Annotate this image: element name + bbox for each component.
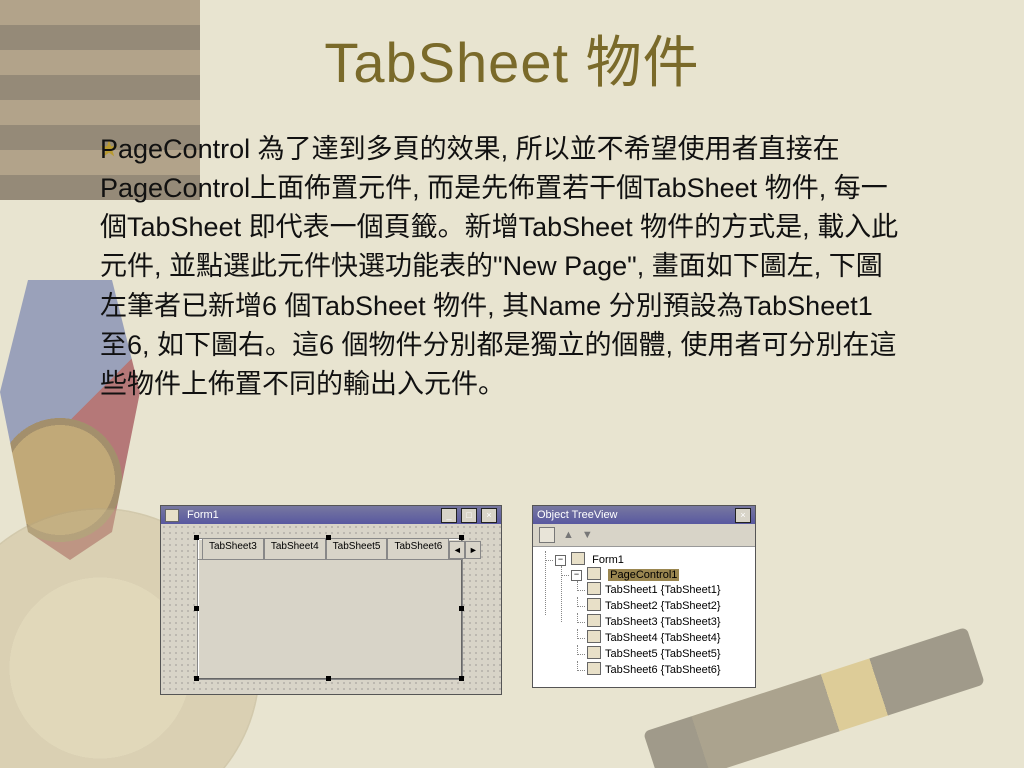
- tabsheet-icon: [587, 598, 601, 611]
- maximize-button[interactable]: □: [461, 508, 477, 523]
- arrow-up-icon[interactable]: ▲: [563, 529, 574, 541]
- tree-node-tabsheet[interactable]: TabSheet4 {TabSheet4}: [587, 629, 749, 645]
- treeview-title: Object TreeView: [537, 509, 618, 521]
- tree-label-selected: PageControl1: [608, 569, 679, 581]
- tabsheet-icon: [587, 614, 601, 627]
- form-titlebar[interactable]: Form1 _ □ ×: [161, 506, 501, 524]
- arrow-down-icon[interactable]: ▼: [582, 529, 593, 541]
- collapse-icon[interactable]: −: [571, 570, 582, 581]
- collapse-icon[interactable]: −: [555, 555, 566, 566]
- treeview-titlebar[interactable]: Object TreeView ×: [533, 506, 755, 524]
- resize-handle[interactable]: [459, 676, 464, 681]
- tab-scroll-right-icon[interactable]: ►: [465, 541, 481, 559]
- tree-label: TabSheet5 {TabSheet5}: [605, 648, 721, 660]
- tabsheet-icon: [587, 662, 601, 675]
- tree-node-tabsheet[interactable]: TabSheet1 {TabSheet1}: [587, 581, 749, 597]
- tab-strip: TabSheet3 TabSheet4 TabSheet5 TabSheet6 …: [198, 539, 462, 560]
- close-button[interactable]: ×: [735, 508, 751, 523]
- form-canvas[interactable]: TabSheet3 TabSheet4 TabSheet5 TabSheet6 …: [161, 524, 501, 694]
- body-paragraph: PageControl 為了達到多頁的效果, 所以並不希望使用者直接在PageC…: [100, 130, 900, 404]
- tab-item[interactable]: TabSheet5: [326, 538, 388, 559]
- component-icon: [587, 567, 601, 580]
- treeview-toolbar: ▲ ▼: [533, 524, 755, 547]
- slide-title: TabSheet 物件: [0, 18, 1024, 99]
- tree-node-tabsheet[interactable]: TabSheet5 {TabSheet5}: [587, 645, 749, 661]
- tree-label: TabSheet6 {TabSheet6}: [605, 664, 721, 676]
- resize-handle[interactable]: [326, 535, 331, 540]
- resize-handle[interactable]: [326, 676, 331, 681]
- tab-item[interactable]: TabSheet6: [387, 538, 449, 559]
- tree-body: − Form1 − PageControl1 TabSheet1 {TabShe…: [533, 547, 755, 687]
- tree-node-tabsheet[interactable]: TabSheet2 {TabSheet2}: [587, 597, 749, 613]
- tree-label: TabSheet2 {TabSheet2}: [605, 600, 721, 612]
- form-title: Form1: [187, 509, 219, 521]
- tree-label: TabSheet3 {TabSheet3}: [605, 616, 721, 628]
- resize-handle[interactable]: [194, 606, 199, 611]
- form-icon: [571, 552, 585, 565]
- toolbar-icon[interactable]: [539, 527, 555, 543]
- tab-item[interactable]: TabSheet3: [202, 538, 264, 559]
- tabsheet-icon: [587, 646, 601, 659]
- tabsheet-icon: [587, 630, 601, 643]
- page-control[interactable]: TabSheet3 TabSheet4 TabSheet5 TabSheet6 …: [197, 538, 463, 680]
- slide: TabSheet 物件 PageControl 為了達到多頁的效果, 所以並不希…: [0, 0, 1024, 768]
- object-treeview-window: Object TreeView × ▲ ▼ − Form1: [532, 505, 756, 688]
- resize-handle[interactable]: [194, 535, 199, 540]
- resize-handle[interactable]: [459, 606, 464, 611]
- tree-label: TabSheet1 {TabSheet1}: [605, 584, 721, 596]
- close-button[interactable]: ×: [481, 508, 497, 523]
- body-text: PageControl 為了達到多頁的效果, 所以並不希望使用者直接在PageC…: [100, 130, 900, 404]
- tree-node-pagecontrol[interactable]: − PageControl1 TabSheet1 {TabSheet1} Tab…: [571, 566, 749, 678]
- tree-node-tabsheet[interactable]: TabSheet3 {TabSheet3}: [587, 613, 749, 629]
- tree-label: TabSheet4 {TabSheet4}: [605, 632, 721, 644]
- tab-scroll: ◄ ►: [449, 541, 481, 559]
- tree-node-root[interactable]: − Form1 − PageControl1 TabSheet1 {TabShe…: [555, 551, 749, 679]
- resize-handle[interactable]: [459, 535, 464, 540]
- tree-node-tabsheet[interactable]: TabSheet6 {TabSheet6}: [587, 661, 749, 677]
- figures-row: Form1 _ □ × TabSheet3 TabSheet4 TabSheet…: [160, 505, 756, 695]
- minimize-button[interactable]: _: [441, 508, 457, 523]
- tab-item[interactable]: TabSheet4: [264, 538, 326, 559]
- tabsheet-icon: [587, 582, 601, 595]
- tab-scroll-left-icon[interactable]: ◄: [449, 541, 465, 559]
- tree-label: Form1: [592, 554, 624, 566]
- resize-handle[interactable]: [194, 676, 199, 681]
- form-designer-window: Form1 _ □ × TabSheet3 TabSheet4 TabSheet…: [160, 505, 502, 695]
- app-icon: [165, 509, 179, 522]
